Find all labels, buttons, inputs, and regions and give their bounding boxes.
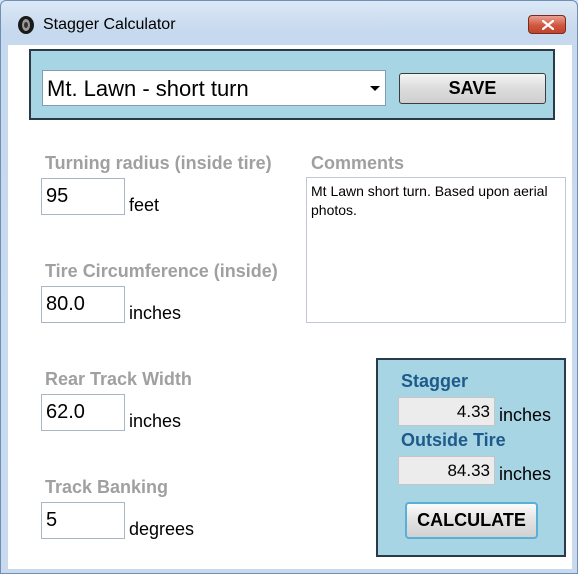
tire-circumference-input[interactable]: 80.0 [41, 286, 125, 323]
stagger-unit: inches [499, 405, 552, 425]
profile-dropdown[interactable]: Mt. Lawn - short turn [42, 70, 386, 106]
outside-tire-unit: inches [499, 464, 552, 484]
results-panel: Stagger 4.33 inches Outside Tire 84.33 i… [376, 358, 566, 557]
rear-track-width-label: Rear Track Width [45, 369, 192, 389]
stagger-label: Stagger [401, 371, 469, 391]
tire-circumference-unit: inches [129, 303, 182, 323]
track-banking-label: Track Banking [45, 477, 169, 497]
tire-circumference-label: Tire Circumference (inside) [45, 261, 278, 281]
window-title: Stagger Calculator [43, 16, 176, 33]
outside-tire-value: 84.33 [398, 456, 495, 485]
turning-radius-unit: feet [129, 195, 160, 215]
comments-label: Comments [311, 153, 405, 173]
outside-tire-label: Outside Tire [401, 430, 506, 450]
profile-dropdown-value: Mt. Lawn - short turn [47, 76, 249, 101]
client-area: Mt. Lawn - short turn SAVE Turning radiu… [8, 45, 572, 569]
comments-textarea[interactable]: Mt Lawn short turn. Based upon aerial ph… [306, 177, 566, 323]
app-window: Stagger Calculator Mt. Lawn - short turn… [0, 0, 578, 574]
rear-track-width-input[interactable]: 62.0 [41, 394, 125, 431]
track-banking-unit: degrees [129, 519, 195, 539]
rear-track-width-unit: inches [129, 411, 182, 431]
title-bar[interactable]: Stagger Calculator [1, 1, 577, 45]
stagger-value: 4.33 [398, 397, 495, 426]
close-button[interactable] [528, 15, 566, 34]
profile-bar: Mt. Lawn - short turn SAVE [29, 49, 555, 120]
save-button[interactable]: SAVE [399, 73, 546, 104]
close-icon [542, 20, 554, 30]
track-banking-input[interactable]: 5 [41, 502, 125, 539]
app-icon [17, 15, 35, 35]
turning-radius-label: Turning radius (inside tire) [45, 153, 272, 173]
turning-radius-input[interactable]: 95 [41, 178, 125, 215]
calculate-button[interactable]: CALCULATE [405, 502, 538, 539]
chevron-down-icon[interactable] [370, 86, 380, 91]
